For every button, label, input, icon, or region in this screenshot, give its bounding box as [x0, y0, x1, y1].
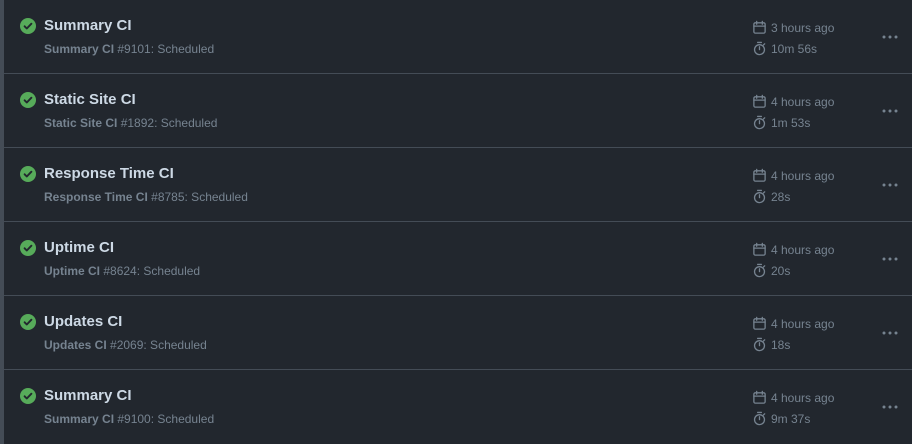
kebab-horizontal-icon [882, 405, 898, 409]
run-duration-label: 10m 56s [771, 41, 818, 56]
workflow-run-row[interactable]: Summary CI Summary CI #9101: Scheduled 3… [4, 0, 912, 74]
run-timestamp: 4 hours ago [752, 168, 862, 183]
run-timestamp: 4 hours ago [752, 390, 862, 405]
stopwatch-icon [753, 411, 766, 426]
run-subtitle: Uptime CI #8624: Scheduled [44, 264, 200, 278]
run-workflow-name: Summary CI [44, 42, 115, 56]
run-duration: 1m 53s [752, 115, 862, 130]
run-subtitle: Summary CI #9100: Scheduled [44, 412, 214, 426]
run-time-label: 4 hours ago [771, 168, 835, 183]
run-duration: 20s [752, 263, 862, 278]
workflow-run-row[interactable]: Summary CI Summary CI #9100: Scheduled 4… [4, 370, 912, 444]
run-subtitle: Static Site CI #1892: Scheduled [44, 116, 217, 130]
stopwatch-icon [753, 337, 766, 352]
run-menu-button[interactable] [874, 99, 906, 123]
check-circle-icon [20, 388, 36, 404]
check-circle-icon [20, 92, 36, 108]
calendar-icon [753, 242, 766, 256]
run-timestamp: 4 hours ago [752, 316, 862, 331]
calendar-icon [753, 168, 766, 182]
stopwatch-icon [753, 41, 766, 56]
run-title[interactable]: Summary CI [44, 387, 132, 404]
run-title[interactable]: Response Time CI [44, 165, 174, 182]
run-time-label: 3 hours ago [771, 20, 835, 35]
check-circle-icon [20, 240, 36, 256]
workflow-run-row[interactable]: Response Time CI Response Time CI #8785:… [4, 148, 912, 222]
run-timestamp: 3 hours ago [752, 20, 862, 35]
run-duration: 18s [752, 337, 862, 352]
kebab-horizontal-icon [882, 257, 898, 261]
run-duration-label: 20s [771, 263, 791, 278]
workflow-run-row[interactable]: Updates CI Updates CI #2069: Scheduled 4… [4, 296, 912, 370]
workflow-run-row[interactable]: Uptime CI Uptime CI #8624: Scheduled 4 h… [4, 222, 912, 296]
run-menu-button[interactable] [874, 25, 906, 49]
run-title[interactable]: Uptime CI [44, 239, 114, 256]
run-workflow-name: Static Site CI [44, 116, 118, 130]
stopwatch-icon [753, 189, 766, 204]
run-timestamp: 4 hours ago [752, 94, 862, 109]
run-title[interactable]: Updates CI [44, 313, 122, 330]
run-duration: 9m 37s [752, 411, 862, 426]
run-title[interactable]: Summary CI [44, 17, 132, 34]
run-workflow-name: Summary CI [44, 412, 115, 426]
run-duration-label: 1m 53s [771, 115, 811, 130]
check-circle-icon [20, 314, 36, 330]
run-subtitle: Summary CI #9101: Scheduled [44, 42, 214, 56]
run-workflow-name: Updates CI [44, 338, 107, 352]
run-number-event: #1892: Scheduled [117, 116, 218, 130]
run-duration: 28s [752, 189, 862, 204]
kebab-horizontal-icon [882, 109, 898, 113]
run-duration-label: 18s [771, 337, 791, 352]
run-workflow-name: Uptime CI [44, 264, 101, 278]
kebab-horizontal-icon [882, 35, 898, 39]
run-menu-button[interactable] [874, 173, 906, 197]
run-number-event: #9101: Scheduled [114, 42, 215, 56]
run-number-event: #2069: Scheduled [106, 338, 207, 352]
workflow-run-row[interactable]: Static Site CI Static Site CI #1892: Sch… [4, 74, 912, 148]
run-subtitle: Updates CI #2069: Scheduled [44, 338, 207, 352]
run-menu-button[interactable] [874, 395, 906, 419]
run-number-event: #9100: Scheduled [114, 412, 215, 426]
calendar-icon [753, 94, 766, 108]
run-time-label: 4 hours ago [771, 390, 835, 405]
workflow-runs-list: Summary CI Summary CI #9101: Scheduled 3… [0, 0, 912, 444]
calendar-icon [753, 316, 766, 330]
run-time-label: 4 hours ago [771, 94, 835, 109]
stopwatch-icon [753, 263, 766, 278]
run-time-label: 4 hours ago [771, 316, 835, 331]
run-subtitle: Response Time CI #8785: Scheduled [44, 190, 248, 204]
kebab-horizontal-icon [882, 183, 898, 187]
run-duration-label: 9m 37s [771, 411, 811, 426]
kebab-horizontal-icon [882, 331, 898, 335]
check-circle-icon [20, 18, 36, 34]
run-menu-button[interactable] [874, 247, 906, 271]
run-title[interactable]: Static Site CI [44, 91, 136, 108]
run-number-event: #8785: Scheduled [147, 190, 248, 204]
run-timestamp: 4 hours ago [752, 242, 862, 257]
run-workflow-name: Response Time CI [44, 190, 148, 204]
check-circle-icon [20, 166, 36, 182]
run-menu-button[interactable] [874, 321, 906, 345]
stopwatch-icon [753, 115, 766, 130]
run-number-event: #8624: Scheduled [100, 264, 201, 278]
run-duration: 10m 56s [752, 41, 862, 56]
run-time-label: 4 hours ago [771, 242, 835, 257]
calendar-icon [753, 20, 766, 34]
calendar-icon [753, 390, 766, 404]
run-duration-label: 28s [771, 189, 791, 204]
